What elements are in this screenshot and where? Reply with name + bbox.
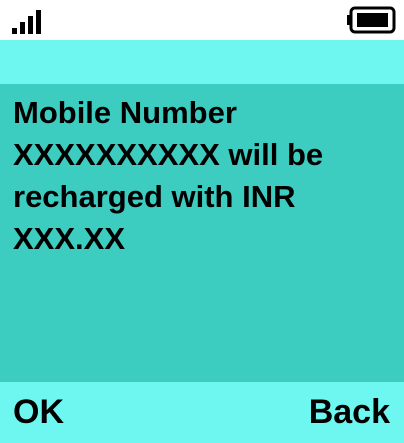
signal-bar-2	[20, 22, 25, 34]
battery-fill	[357, 13, 388, 27]
signal-bar-4	[36, 10, 41, 34]
signal-bar-3	[28, 16, 33, 34]
softkey-bar: OK Back	[0, 382, 404, 443]
back-softkey[interactable]: Back	[309, 392, 390, 432]
recharge-confirmation-message: Mobile Number XXXXXXXXXX will be recharg…	[13, 95, 324, 256]
battery-icon	[347, 6, 396, 34]
header-band	[0, 40, 404, 84]
ok-softkey[interactable]: OK	[13, 392, 64, 432]
signal-strength-icon	[12, 10, 41, 34]
signal-bar-1	[12, 28, 17, 34]
status-bar	[0, 0, 404, 40]
phone-screen: Mobile Number XXXXXXXXXX will be recharg…	[0, 0, 404, 443]
message-area: Mobile Number XXXXXXXXXX will be recharg…	[0, 84, 404, 382]
